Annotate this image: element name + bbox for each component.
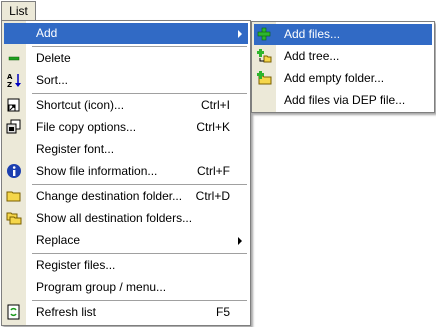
menu-item-label: File copy options... [36, 120, 137, 134]
menu-list[interactable]: List [1, 1, 36, 20]
menu-item-label: Show file information... [36, 164, 158, 178]
menu-item-shortcut-icon[interactable]: Shortcut (icon)... Ctrl+I [4, 95, 248, 116]
list-menu: Add Delete A Z Sort... Shortcut (icon)..… [1, 20, 251, 326]
submenu-item-label: Add empty folder... [284, 71, 385, 85]
separator [32, 300, 247, 301]
menu-item-shortcut: Ctrl+F [197, 164, 230, 178]
menu-item-delete[interactable]: Delete [4, 48, 248, 69]
folders-icon [6, 210, 22, 226]
submenu-arrow-icon [238, 30, 242, 38]
menu-item-label: Refresh list [36, 305, 97, 319]
menu-item-change-destination-folder[interactable]: Change destination folder... Ctrl+D [4, 186, 248, 207]
menu-bar: List [0, 0, 436, 21]
submenu-item-label: Add files via DEP file... [284, 93, 406, 107]
menu-item-replace[interactable]: Replace [4, 230, 248, 251]
separator [32, 253, 247, 254]
menu-item-shortcut: Ctrl+D [195, 189, 230, 203]
menu-item-program-group[interactable]: Program group / menu... [4, 277, 248, 298]
submenu-item-add-empty-folder[interactable]: Add empty folder... [254, 68, 432, 89]
sort-az-icon: A Z [6, 72, 22, 88]
menu-item-label: Change destination folder... [36, 189, 183, 203]
menu-item-label: Replace [36, 233, 81, 247]
menu-item-register-font[interactable]: Register font... [4, 139, 248, 160]
submenu-item-add-files[interactable]: Add files... [254, 24, 432, 45]
menu-item-show-all-destination-folders[interactable]: Show all destination folders... [4, 208, 248, 229]
menu-item-shortcut: Ctrl+K [196, 120, 230, 134]
shortcut-icon [6, 97, 22, 113]
menu-item-shortcut: F5 [215, 305, 230, 319]
minus-icon [6, 50, 22, 66]
add-files-icon [256, 26, 272, 42]
menu-item-show-file-information[interactable]: Show file information... Ctrl+F [4, 161, 248, 182]
submenu-item-label: Add files... [284, 27, 341, 41]
add-tree-icon [256, 48, 272, 64]
submenu-item-add-files-via-dep[interactable]: Add files via DEP file... [254, 90, 432, 111]
folder-icon [6, 188, 22, 204]
menu-item-label: Add [36, 26, 58, 40]
submenu-item-add-tree[interactable]: Add tree... [254, 46, 432, 67]
menu-item-label: Register font... [36, 142, 115, 156]
menu-item-label: Sort... [36, 73, 69, 87]
menu-item-label: Delete [36, 51, 71, 65]
svg-text:Z: Z [7, 81, 12, 88]
refresh-icon [6, 304, 22, 320]
info-icon [6, 163, 22, 179]
menu-item-add[interactable]: Add [4, 23, 248, 44]
separator [32, 184, 247, 185]
svg-text:A: A [7, 73, 13, 81]
submenu-arrow-icon [238, 237, 242, 245]
menu-item-shortcut: Ctrl+I [200, 98, 230, 112]
menu-item-refresh-list[interactable]: Refresh list F5 [4, 302, 248, 323]
add-folder-icon [256, 70, 272, 86]
menu-item-label: Register files... [36, 258, 116, 272]
menu-item-label: Program group / menu... [36, 280, 167, 294]
menu-item-label: Show all destination folders... [36, 211, 193, 225]
separator [32, 46, 247, 47]
menu-item-sort[interactable]: A Z Sort... [4, 70, 248, 91]
menu-item-label: Shortcut (icon)... [36, 98, 125, 112]
add-submenu: Add files... Add tree... Add empty folde… [251, 21, 435, 113]
separator [32, 93, 247, 94]
copy-options-icon [6, 119, 22, 135]
submenu-item-label: Add tree... [284, 49, 340, 63]
menu-item-file-copy-options[interactable]: File copy options... Ctrl+K [4, 117, 248, 138]
menu-list-label: List [9, 4, 28, 18]
menu-item-register-files[interactable]: Register files... [4, 255, 248, 276]
